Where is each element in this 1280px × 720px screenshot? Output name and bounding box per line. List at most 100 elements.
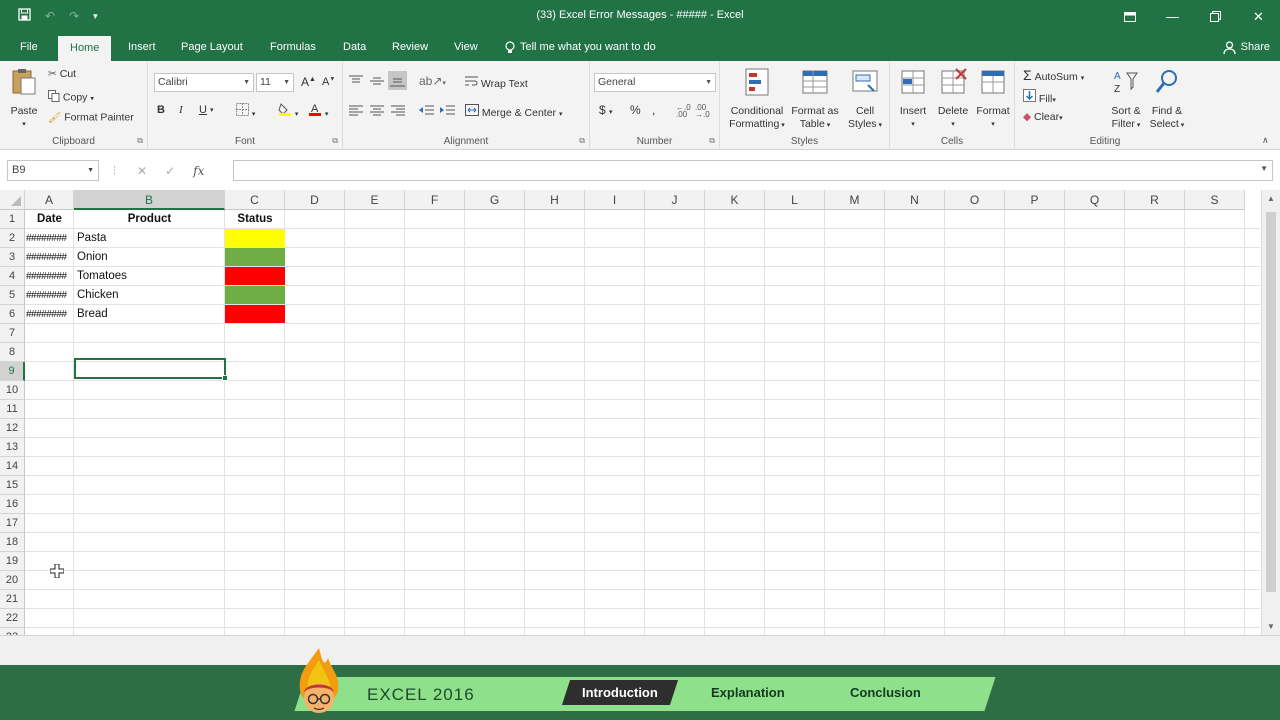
row-header-1[interactable]: 1 — [0, 210, 25, 229]
cell-a4[interactable]: ######## — [25, 267, 74, 286]
insert-function-button[interactable]: fx — [193, 164, 204, 178]
row-header-5[interactable]: 5 — [0, 286, 25, 305]
clear-button[interactable]: ◆ Clear▾ — [1023, 111, 1063, 123]
cell-c1[interactable]: Status — [225, 210, 285, 229]
font-color-button[interactable]: A ▾ — [308, 102, 328, 119]
currency-button[interactable]: $ ▾ — [599, 103, 613, 117]
format-as-table-button[interactable]: Format as Table ▾ — [790, 67, 840, 132]
name-box[interactable]: B9 ▼ — [7, 160, 99, 181]
cell-styles-button[interactable]: Cell Styles ▾ — [844, 67, 886, 132]
cell-b6[interactable]: Bread — [74, 305, 225, 324]
increase-decimal-icon[interactable]: ←.0.00 — [676, 104, 691, 119]
scroll-up-icon[interactable]: ▲ — [1267, 194, 1275, 203]
collapse-ribbon-icon[interactable]: ∧ — [1262, 135, 1269, 146]
cell-a5[interactable]: ######## — [25, 286, 74, 305]
row-header-16[interactable]: 16 — [0, 495, 25, 514]
borders-button[interactable]: ▾ — [236, 103, 255, 119]
delete-cells-button[interactable]: Delete ▾ — [934, 67, 972, 131]
tell-me-search[interactable]: Tell me what you want to do — [505, 33, 656, 61]
row-header-22[interactable]: 22 — [0, 609, 25, 628]
tab-page-layout[interactable]: Page Layout — [181, 33, 243, 61]
selected-cell-b9[interactable] — [74, 358, 228, 381]
sort-filter-button[interactable]: AZ Sort & Filter ▾ — [1107, 67, 1145, 132]
cancel-entry-icon[interactable]: ✕ — [137, 164, 147, 178]
cell-b1[interactable]: Product — [74, 210, 225, 229]
bold-button[interactable]: B — [157, 104, 165, 116]
column-header-n[interactable]: N — [885, 190, 945, 210]
row-header-9[interactable]: 9 — [0, 362, 25, 381]
confirm-entry-icon[interactable]: ✓ — [165, 164, 175, 178]
column-header-m[interactable]: M — [825, 190, 885, 210]
row-header-17[interactable]: 17 — [0, 514, 25, 533]
tab-data[interactable]: Data — [343, 33, 366, 61]
find-select-button[interactable]: Find & Select ▾ — [1147, 67, 1187, 132]
cell-c6[interactable] — [225, 305, 285, 323]
orientation-icon[interactable]: ab↗▾ — [419, 74, 446, 88]
column-header-j[interactable]: J — [645, 190, 705, 210]
align-left-icon[interactable] — [349, 105, 363, 117]
column-header-e[interactable]: E — [345, 190, 405, 210]
select-all-corner[interactable] — [0, 190, 25, 210]
row-header-3[interactable]: 3 — [0, 248, 25, 267]
formula-input[interactable]: ▼ — [233, 160, 1273, 181]
cell-b4[interactable]: Tomatoes — [74, 267, 225, 286]
cell-c3[interactable] — [225, 248, 285, 266]
cell-c2[interactable] — [225, 229, 285, 247]
tab-home[interactable]: Home — [58, 36, 112, 61]
row-header-15[interactable]: 15 — [0, 476, 25, 495]
alignment-launcher-icon[interactable]: ⧉ — [579, 136, 585, 146]
tab-file[interactable]: File — [20, 33, 38, 61]
decrease-decimal-icon[interactable]: .00 →.0 — [695, 104, 710, 119]
top-align-icon[interactable] — [349, 75, 363, 87]
cell-c5[interactable] — [225, 286, 285, 304]
tab-view[interactable]: View — [454, 33, 478, 61]
format-cells-button[interactable]: Format ▾ — [974, 67, 1012, 131]
row-header-23[interactable]: 23 — [0, 628, 25, 635]
cell-a3[interactable]: ######## — [25, 248, 74, 267]
cell-b5[interactable]: Chicken — [74, 286, 225, 305]
wrap-text-button[interactable]: Wrap Text — [465, 75, 528, 90]
cut-button[interactable]: ✂ Cut — [48, 68, 76, 80]
restore-icon[interactable] — [1194, 0, 1237, 33]
row-header-18[interactable]: 18 — [0, 533, 25, 552]
tab-insert[interactable]: Insert — [128, 33, 156, 61]
column-header-g[interactable]: G — [465, 190, 525, 210]
column-header-r[interactable]: R — [1125, 190, 1185, 210]
column-header-k[interactable]: K — [705, 190, 765, 210]
row-header-6[interactable]: 6 — [0, 305, 25, 324]
row-header-20[interactable]: 20 — [0, 571, 25, 590]
row-header-2[interactable]: 2 — [0, 229, 25, 248]
banner-nav-introduction[interactable]: Introduction — [561, 680, 678, 705]
font-launcher-icon[interactable]: ⧉ — [332, 136, 338, 146]
row-header-14[interactable]: 14 — [0, 457, 25, 476]
column-header-h[interactable]: H — [525, 190, 585, 210]
clipboard-launcher-icon[interactable]: ⧉ — [137, 136, 143, 146]
fill-handle[interactable] — [222, 375, 228, 381]
paste-button[interactable]: Paste ▾ — [6, 67, 42, 131]
tab-review[interactable]: Review — [392, 33, 428, 61]
banner-nav-explanation[interactable]: Explanation — [711, 685, 785, 700]
row-header-8[interactable]: 8 — [0, 343, 25, 362]
comma-button[interactable]: , — [652, 103, 655, 117]
tab-formulas[interactable]: Formulas — [270, 33, 316, 61]
expand-formula-bar-icon[interactable]: ▼ — [1260, 164, 1268, 173]
number-launcher-icon[interactable]: ⧉ — [709, 136, 715, 146]
fill-color-button[interactable]: ▾ — [278, 102, 298, 119]
number-format-select[interactable]: General ▼ — [594, 73, 716, 92]
scroll-thumb[interactable] — [1266, 212, 1276, 592]
autosum-button[interactable]: Σ AutoSum ▾ — [1023, 67, 1084, 83]
merge-center-button[interactable]: Merge & Center ▾ — [465, 104, 562, 119]
cell-b2[interactable]: Pasta — [74, 229, 225, 248]
row-header-7[interactable]: 7 — [0, 324, 25, 343]
percent-button[interactable]: % — [630, 103, 641, 117]
column-header-d[interactable]: D — [285, 190, 345, 210]
column-header-f[interactable]: F — [405, 190, 465, 210]
column-header-q[interactable]: Q — [1065, 190, 1125, 210]
cell-a1[interactable]: Date — [25, 210, 74, 229]
underline-dropdown-icon[interactable]: ▾ — [210, 106, 214, 114]
shrink-font-icon[interactable]: A▼ — [322, 76, 335, 88]
font-size-select[interactable]: 11 ▼ — [256, 73, 294, 92]
align-center-icon[interactable] — [370, 105, 384, 117]
column-header-c[interactable]: C — [225, 190, 285, 210]
middle-align-icon[interactable] — [370, 75, 384, 87]
